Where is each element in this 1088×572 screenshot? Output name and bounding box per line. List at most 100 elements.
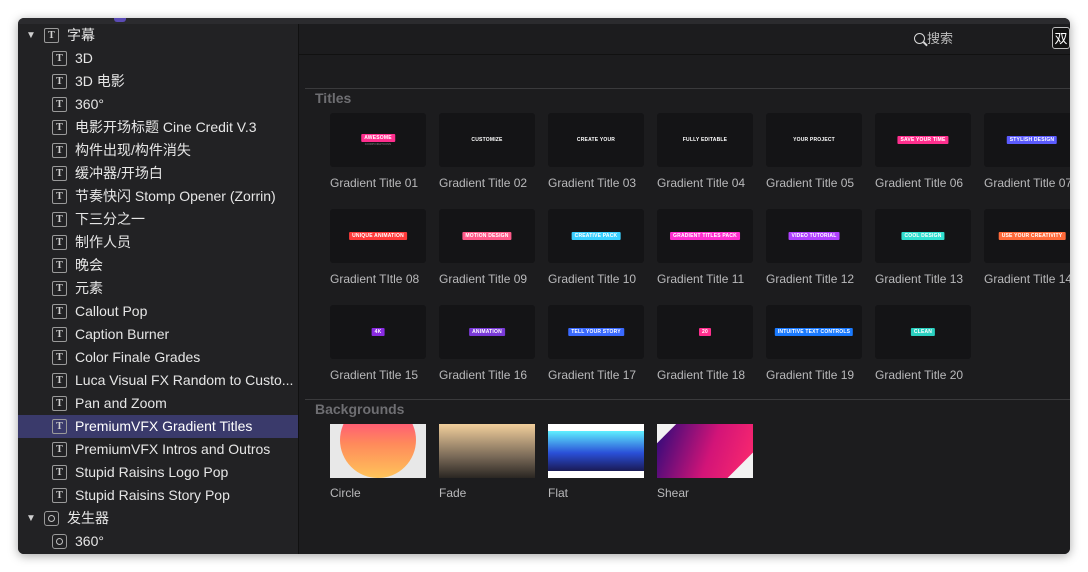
title-tile[interactable]: 4K Gradient Title 15: [330, 305, 426, 382]
sidebar-item[interactable]: T 3D: [18, 47, 298, 70]
sidebar-item[interactable]: T 360°: [18, 93, 298, 116]
thumbnail-title-text: UNIQUE ANIMATION: [349, 232, 407, 240]
sidebar-item[interactable]: T PremiumVFX Intros and Outros: [18, 438, 298, 461]
sidebar-item-label: Color Finale Grades: [75, 349, 201, 365]
title-name: Gradient Title 10: [548, 272, 637, 286]
thumbnail-text: 20: [699, 328, 711, 336]
title-tile[interactable]: TELL YOUR STORY Gradient Title 17: [548, 305, 644, 382]
sidebar-item[interactable]: T 电影开场标题 Cine Credit V.3: [18, 116, 298, 139]
sidebar-item[interactable]: T Pan and Zoom: [18, 392, 298, 415]
thumbnail-title-text: SAVE YOUR TIME: [897, 136, 949, 144]
browser-toolbar: 双: [299, 24, 1070, 55]
thumbnail-text: TELL YOUR STORY: [568, 328, 624, 336]
sidebar-item[interactable]: T Luca Visual FX Random to Custo...: [18, 369, 298, 392]
thumbnail-title-text: 4K: [371, 328, 385, 336]
title-thumbnail: MOTION DESIGN: [439, 209, 535, 263]
title-tile[interactable]: AWESOME CORPORATIONS Gradient Title 01: [330, 113, 426, 190]
title-tile[interactable]: CREATIVE PACK Gradient Title 10: [548, 209, 644, 286]
title-tile[interactable]: CREATE YOUR Gradient Title 03: [548, 113, 644, 190]
title-tile[interactable]: ANIMATION Gradient Title 16: [439, 305, 535, 382]
title-name: Gradient TItle 08: [330, 272, 420, 286]
title-tile[interactable]: UNIQUE ANIMATION Gradient TItle 08: [330, 209, 426, 286]
title-name: Gradient Title 02: [439, 176, 528, 190]
sidebar-item[interactable]: T 构件出现/构件消失: [18, 139, 298, 162]
thumbnail-title-text: TELL YOUR STORY: [568, 328, 624, 336]
background-name: Shear: [657, 486, 690, 500]
sidebar-item[interactable]: T Stupid Raisins Logo Pop: [18, 461, 298, 484]
title-tile[interactable]: YOUR PROJECT Gradient Title 05: [766, 113, 862, 190]
thumbnail-text: MOTION DESIGN: [462, 232, 512, 240]
sidebar-item[interactable]: T 下三分之一: [18, 208, 298, 231]
sidebar-item-label: 360°: [75, 96, 104, 112]
background-tile[interactable]: Circle: [330, 424, 426, 500]
sidebar-item-label: Stupid Raisins Logo Pop: [75, 464, 229, 480]
search-input[interactable]: [927, 29, 1047, 49]
input-method-indicator[interactable]: 双: [1052, 27, 1070, 49]
title-thumbnail: COOL DESIGN: [875, 209, 971, 263]
title-tile[interactable]: 20 Gradient Title 18: [657, 305, 753, 382]
sidebar-item[interactable]: ▼ T 字幕: [18, 24, 298, 47]
sidebar-item-label: Callout Pop: [75, 303, 148, 319]
thumbnail-text: ANIMATION: [469, 328, 505, 336]
title-tile[interactable]: CUSTOMIZE Gradient Title 02: [439, 113, 535, 190]
title-tile[interactable]: STYLISH DESIGN Gradient Title 07: [984, 113, 1070, 190]
title-icon: T: [52, 373, 67, 388]
title-thumbnail: GRADIENT TITLES PACK: [657, 209, 753, 263]
accent-mark: [114, 18, 126, 22]
title-name: Gradient Title 01: [330, 176, 419, 190]
sidebar-item[interactable]: T 缓冲器/开场白: [18, 162, 298, 185]
title-thumbnail: FULLY EDITABLE: [657, 113, 753, 167]
sidebar-item-label: 构件出现/构件消失: [75, 142, 191, 158]
title-thumbnail: USE YOUR CREATIVITY: [984, 209, 1070, 263]
title-icon: T: [52, 51, 67, 66]
search-icon: [914, 33, 925, 44]
thumbnail-text: CREATE YOUR: [574, 136, 618, 144]
sidebar-item-label: 节奏快闪 Stomp Opener (Zorrin): [75, 188, 276, 204]
background-tile[interactable]: Shear: [657, 424, 753, 500]
sidebar-item[interactable]: T Color Finale Grades: [18, 346, 298, 369]
title-tile[interactable]: VIDEO TUTORIAL Gradient Title 12: [766, 209, 862, 286]
title-tile[interactable]: COOL DESIGN Gradient Title 13: [875, 209, 971, 286]
sidebar-item[interactable]: 360°: [18, 530, 298, 553]
sidebar-item[interactable]: T 元素: [18, 277, 298, 300]
title-name: Gradient Title 07: [984, 176, 1070, 190]
sidebar-item-label: 360°: [75, 533, 104, 549]
sidebar-item[interactable]: T Caption Burner: [18, 323, 298, 346]
title-name: Gradient Title 11: [657, 272, 745, 286]
title-name: Gradient Title 03: [548, 176, 637, 190]
sidebar-item[interactable]: T 制作人员: [18, 231, 298, 254]
background-tile[interactable]: Flat: [548, 424, 644, 500]
background-tile[interactable]: Fade: [439, 424, 535, 500]
title-tile[interactable]: GRADIENT TITLES PACK Gradient Title 11: [657, 209, 753, 286]
sidebar-item[interactable]: T 晚会: [18, 254, 298, 277]
title-tile[interactable]: FULLY EDITABLE Gradient Title 04: [657, 113, 753, 190]
title-thumbnail: ANIMATION: [439, 305, 535, 359]
library-sidebar[interactable]: ▼ T 字幕 T 3D T 3D 电影 T 360° T 电影开场标题 Cine Credit V.…: [18, 24, 299, 554]
disclosure-triangle-icon[interactable]: ▼: [26, 24, 36, 47]
sidebar-item[interactable]: ▼ 发生器: [18, 507, 298, 530]
sidebar-item[interactable]: T PremiumVFX Gradient Titles: [18, 415, 298, 438]
title-thumbnail: CLEAN: [875, 305, 971, 359]
thumbnail-title-text: STYLISH DESIGN: [1006, 136, 1058, 144]
thumbnail-text: CLEAN: [910, 328, 936, 336]
disclosure-triangle-icon[interactable]: ▼: [26, 507, 36, 530]
sidebar-item[interactable]: T 节奏快闪 Stomp Opener (Zorrin): [18, 185, 298, 208]
title-tile[interactable]: SAVE YOUR TIME Gradient Title 06: [875, 113, 971, 190]
search-field[interactable]: [909, 29, 1053, 49]
title-icon: T: [52, 258, 67, 273]
title-name: Gradient Title 05: [766, 176, 855, 190]
title-icon: T: [52, 189, 67, 204]
sidebar-item[interactable]: T Callout Pop: [18, 300, 298, 323]
title-icon: T: [52, 74, 67, 89]
thumbnail-text: INTUITIVE TEXT CONTROLS: [774, 328, 854, 336]
title-tile[interactable]: INTUITIVE TEXT CONTROLS Gradient Title 19: [766, 305, 862, 382]
sidebar-item-label: 元素: [75, 280, 103, 296]
title-tile[interactable]: CLEAN Gradient Title 20: [875, 305, 971, 382]
background-thumbnail: [657, 424, 753, 478]
thumbnail-title-text: CREATIVE PACK: [571, 232, 621, 240]
title-icon: T: [52, 488, 67, 503]
title-tile[interactable]: USE YOUR CREATIVITY Gradient Title 14: [984, 209, 1070, 286]
sidebar-item[interactable]: T Stupid Raisins Story Pop: [18, 484, 298, 507]
sidebar-item[interactable]: T 3D 电影: [18, 70, 298, 93]
title-tile[interactable]: MOTION DESIGN Gradient Title 09: [439, 209, 535, 286]
